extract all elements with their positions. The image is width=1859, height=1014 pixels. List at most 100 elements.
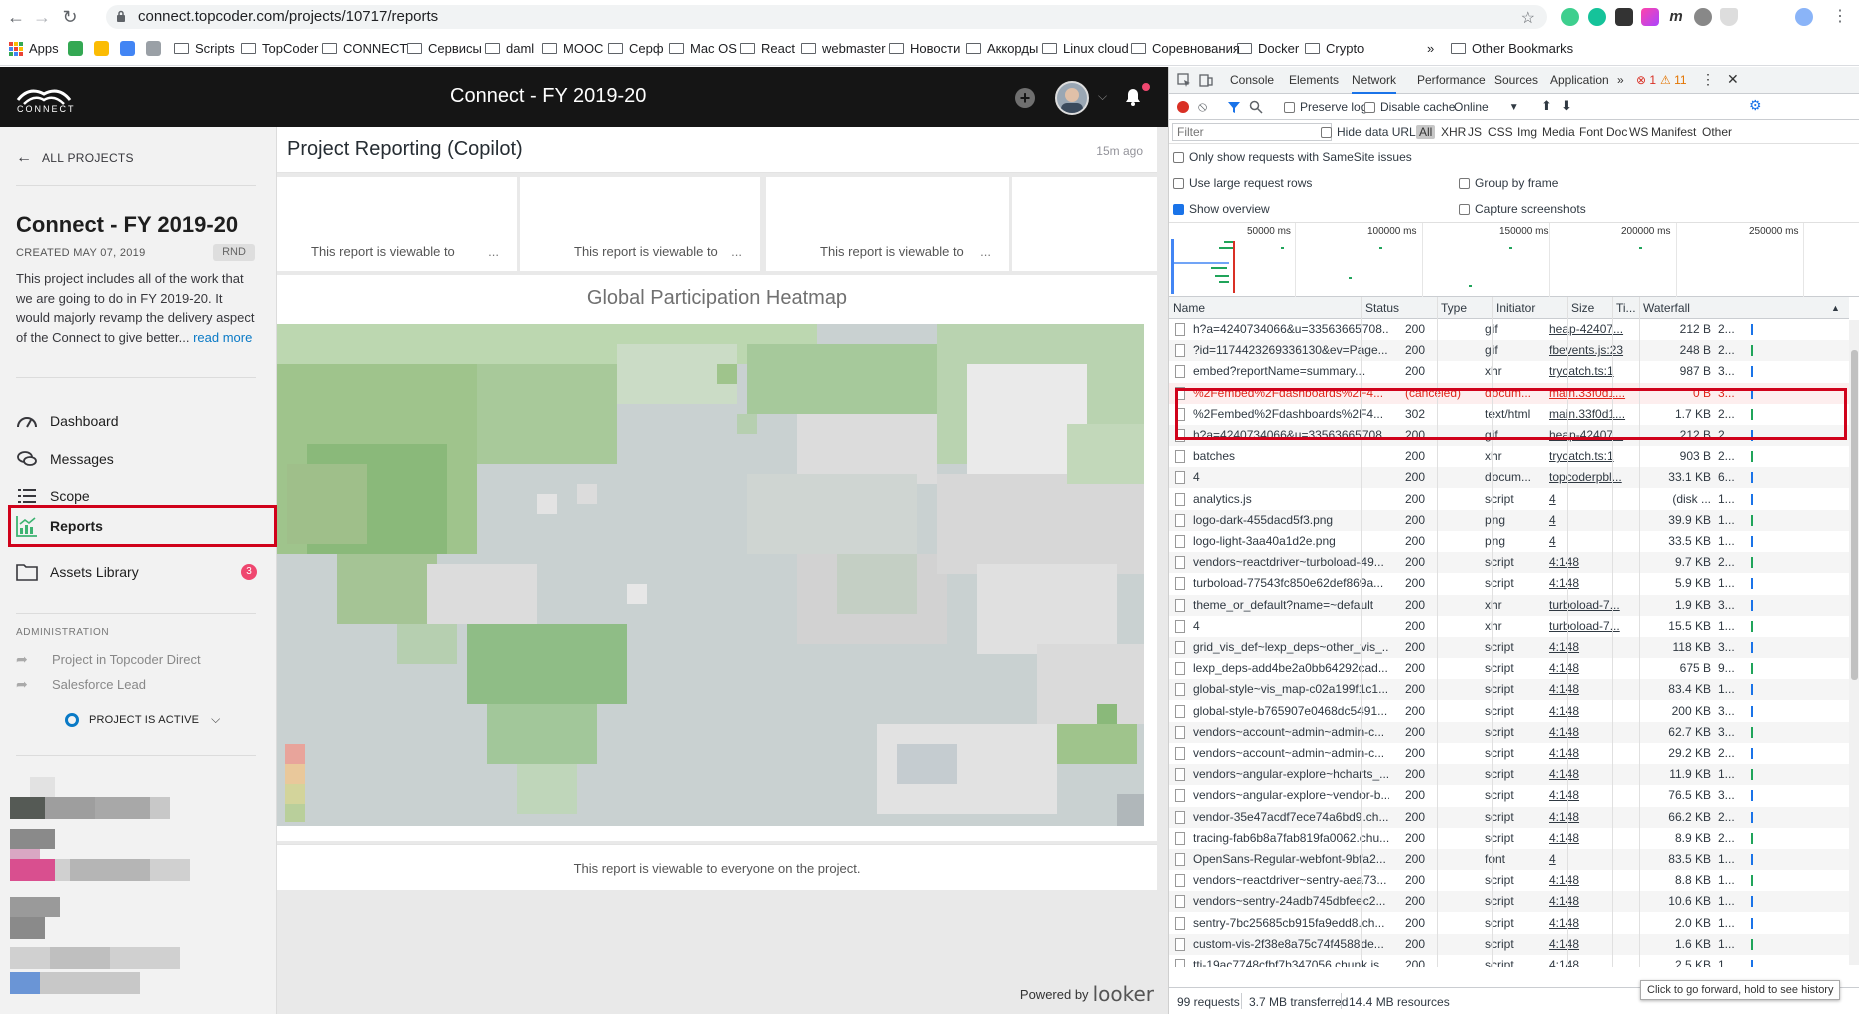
request-initiator[interactable]: 4:148 <box>1549 894 1633 908</box>
filter-font[interactable]: Font <box>1579 125 1603 139</box>
tab-application[interactable]: Application <box>1550 73 1609 87</box>
bookmark-apps[interactable]: Apps <box>9 41 59 56</box>
scrollbar-thumb[interactable] <box>1851 350 1858 680</box>
connect-logo-icon[interactable] <box>14 77 74 121</box>
forward-arrow-icon[interactable]: → <box>30 5 54 29</box>
back-arrow-icon[interactable]: ← <box>16 149 32 167</box>
bookmark-daml[interactable]: daml <box>485 41 534 56</box>
all-projects-link[interactable]: ALL PROJECTS <box>42 151 134 165</box>
bookmark-star-icon[interactable]: ☆ <box>1521 8 1535 28</box>
request-initiator[interactable]: 4 <box>1549 852 1633 866</box>
request-initiator[interactable]: heap-42407... <box>1549 428 1633 442</box>
group-by-frame-checkbox[interactable]: Group by frame <box>1459 176 1558 190</box>
bookmark-services[interactable]: Сервисы <box>407 41 482 56</box>
bookmark-news[interactable]: Новости <box>889 41 960 56</box>
search-icon[interactable] <box>1249 100 1263 114</box>
tile-more-menu[interactable]: ... <box>731 244 742 259</box>
menu-kebab-icon[interactable]: ⋮ <box>1828 5 1852 29</box>
import-har-icon[interactable]: ⬆ <box>1541 98 1552 114</box>
other-bookmarks[interactable]: Other Bookmarks <box>1451 41 1573 56</box>
tab-elements[interactable]: Elements <box>1289 73 1339 87</box>
read-more-link[interactable]: read more <box>193 330 252 345</box>
looker-logo[interactable]: looker <box>1093 982 1154 1006</box>
table-row[interactable]: %2Fembed%2Fdashboards%2F4... 302 text/html… <box>1169 403 1849 425</box>
table-row[interactable]: ?id=1174423269336130&ev=Page... 200 giffbe… <box>1169 340 1849 362</box>
close-icon[interactable]: ✕ <box>1727 71 1739 88</box>
sort-ascending-icon[interactable]: ▲ <box>1831 303 1840 313</box>
samesite-checkbox[interactable]: Only show requests with SameSite issues <box>1173 150 1412 164</box>
request-initiator[interactable]: 4 <box>1549 534 1633 548</box>
filter-css[interactable]: CSS <box>1488 125 1513 139</box>
bookmark-linux-cloud[interactable]: Linux cloud <box>1042 41 1129 56</box>
bookmark-drive-icon[interactable] <box>94 41 115 56</box>
filter-media[interactable]: Media <box>1542 125 1575 139</box>
address-bar[interactable]: connect.topcoder.com/projects/10717/repo… <box>106 5 1547 29</box>
clear-icon[interactable]: ⦸ <box>1198 98 1207 115</box>
avatar[interactable] <box>1055 81 1089 115</box>
bookmark-macos[interactable]: Mac OS <box>669 41 737 56</box>
disable-cache-checkbox[interactable]: Disable cache <box>1364 100 1455 114</box>
reload-icon[interactable]: ↻ <box>58 5 82 29</box>
request-initiator[interactable]: 4 <box>1549 513 1633 527</box>
export-har-icon[interactable]: ⬇ <box>1561 98 1572 114</box>
table-row[interactable]: grid_vis_def~lexp_deps~other_vis_... 200 s… <box>1169 637 1849 658</box>
table-row[interactable]: vendor-35e47acdf7ece74a6bd9.ch... 200 scri… <box>1169 806 1849 828</box>
table-row[interactable]: analytics.js 200 script 4 (disk ... 1... <box>1169 488 1849 510</box>
request-initiator[interactable]: 4:148 <box>1549 788 1633 802</box>
warning-count[interactable]: ⚠ 11 <box>1660 73 1687 87</box>
throttling-select[interactable]: Online ▼ <box>1454 100 1519 114</box>
request-initiator[interactable]: 4:148 <box>1549 937 1633 951</box>
new-project-plus-icon[interactable]: + <box>1015 88 1035 108</box>
network-overview-timeline[interactable]: 50000 ms 100000 ms 150000 ms 200000 ms 2… <box>1169 222 1859 298</box>
table-row[interactable]: batches 200 xhr trycatch.ts:1 903 B 2... <box>1169 446 1849 468</box>
tile-more-menu[interactable]: ... <box>488 244 499 259</box>
tab-performance[interactable]: Performance <box>1417 73 1486 87</box>
tab-console[interactable]: Console <box>1230 73 1274 87</box>
request-initiator[interactable]: 4:148 <box>1549 661 1633 675</box>
bookmark-react[interactable]: React <box>740 41 795 56</box>
request-initiator[interactable]: 4 <box>1549 492 1633 506</box>
error-count[interactable]: ⊗ 1 <box>1636 73 1656 87</box>
bookmark-docker[interactable]: Docker <box>1237 41 1299 56</box>
request-initiator[interactable]: trycatch.ts:1 <box>1549 364 1633 378</box>
extension-icon[interactable] <box>1641 8 1659 26</box>
table-row[interactable]: logo-light-3aa40a1d2e.png 200 png 4 33.5 KB 1… <box>1169 531 1849 552</box>
filter-other[interactable]: Other <box>1702 125 1732 139</box>
extension-icon[interactable] <box>1561 8 1579 26</box>
table-row[interactable]: lexp_deps-add4be2a0bb64292cad... 200 scrip… <box>1169 658 1849 680</box>
request-initiator[interactable]: 4:148 <box>1549 810 1633 824</box>
table-row[interactable]: vendors~angular-explore~hcharts_... 200 sc… <box>1169 764 1849 786</box>
topcoder-direct-link[interactable]: ➦ Project in Topcoder Direct <box>16 651 201 668</box>
bookmark-webmaster[interactable]: webmaster <box>801 41 886 56</box>
table-row[interactable]: vendors~reactdriver~turboload-49... 200 sc… <box>1169 552 1849 574</box>
device-toolbar-icon[interactable] <box>1199 73 1213 87</box>
settings-gear-icon[interactable]: ⚙ <box>1749 97 1762 114</box>
request-initiator[interactable]: 4:148 <box>1549 873 1633 887</box>
filter-ws[interactable]: WS <box>1629 125 1648 139</box>
request-initiator[interactable]: 4:148 <box>1549 682 1633 696</box>
bookmark-serf[interactable]: Серф <box>608 41 664 56</box>
bookmark-maps-icon[interactable] <box>68 41 89 56</box>
nav-item-assets-library[interactable]: Assets Library <box>16 555 274 589</box>
participation-heatmap-map[interactable] <box>277 324 1144 826</box>
table-row[interactable]: h?a=4240734066&u=33563665708... 200 gifhea… <box>1169 319 1849 340</box>
extension-icon[interactable] <box>1694 8 1712 26</box>
tile-more-menu[interactable]: ... <box>980 244 991 259</box>
request-initiator[interactable]: turboload-7... <box>1549 619 1633 633</box>
bookmarks-overflow-button[interactable]: » <box>1427 41 1434 56</box>
hide-data-urls-checkbox[interactable]: Hide data URLs <box>1321 125 1422 139</box>
filter-input[interactable] <box>1172 123 1332 141</box>
table-row[interactable]: theme_or_default?name=~default 200 xhr turb… <box>1169 594 1849 616</box>
column-header-name[interactable]: Name <box>1173 301 1205 315</box>
filter-js[interactable]: JS <box>1468 125 1482 139</box>
table-row[interactable]: h?a=4240734066&u=33563665708... 200 gifhea… <box>1169 425 1849 446</box>
request-initiator[interactable]: fbevents.js:23 <box>1549 343 1633 357</box>
devtools-menu-icon[interactable]: ⋮ <box>1701 71 1715 88</box>
bell-icon[interactable] <box>1124 87 1142 107</box>
table-row[interactable]: 4 200 xhr turboload-7... 15.5 KB 1... <box>1169 615 1849 637</box>
request-initiator[interactable]: turboload-7... <box>1549 598 1633 612</box>
bookmark-topcoder[interactable]: TopCoder <box>241 41 318 56</box>
table-row[interactable]: vendors~account~admin~admin-c... 200 scrip… <box>1169 743 1849 764</box>
tab-sources[interactable]: Sources <box>1494 73 1538 87</box>
bookmark-chords[interactable]: Аккорды <box>966 41 1038 56</box>
